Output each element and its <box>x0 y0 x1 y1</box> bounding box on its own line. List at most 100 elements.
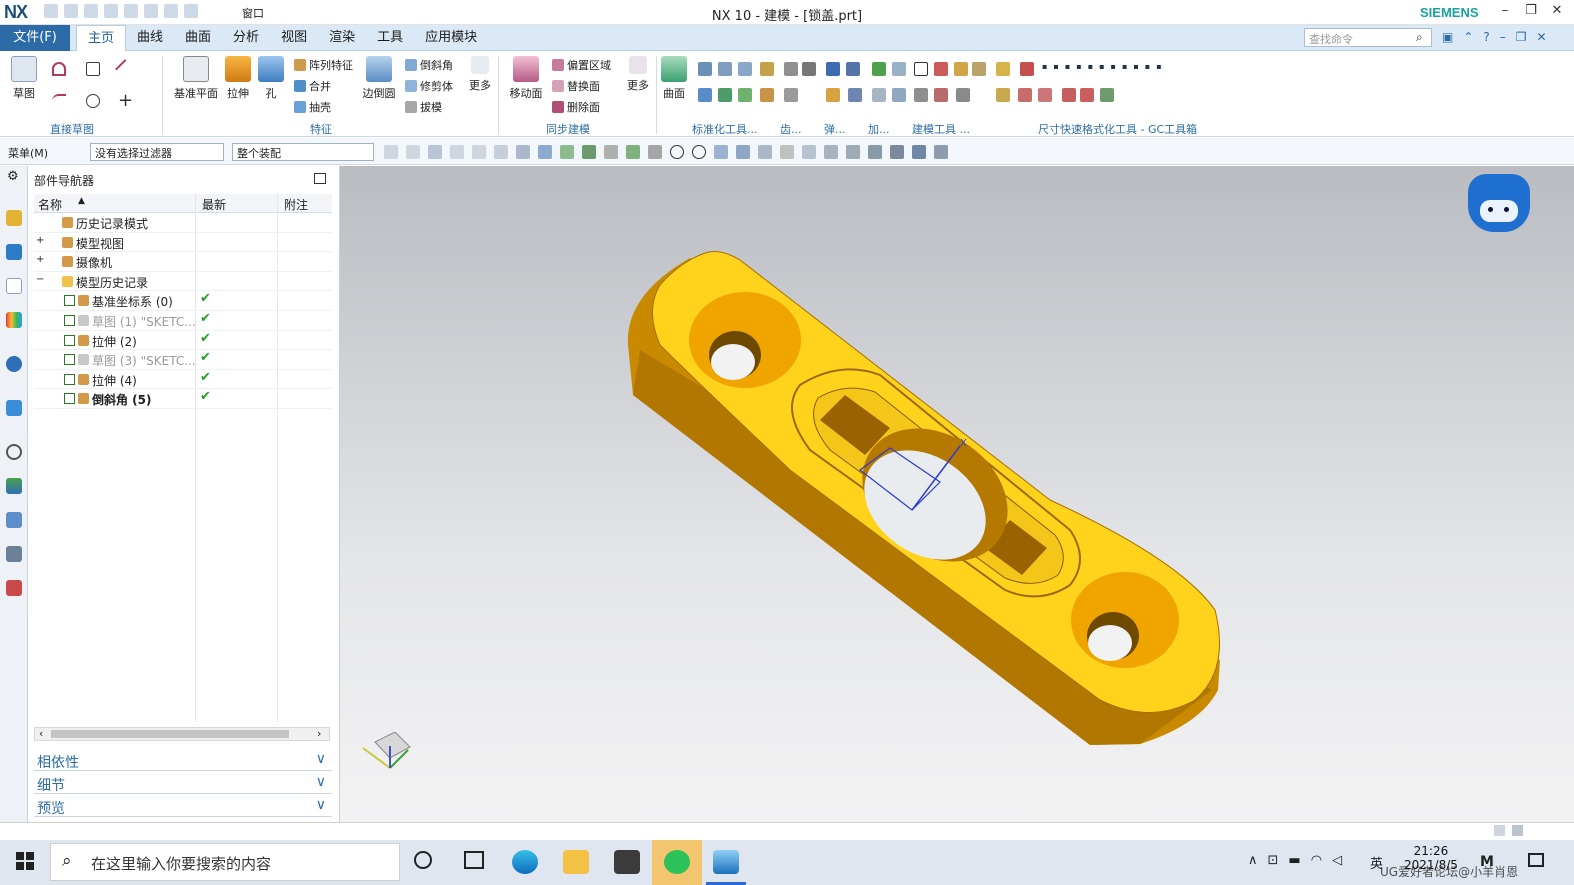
snap-icon[interactable] <box>406 145 420 159</box>
restore-button[interactable]: ❐ <box>1520 3 1542 21</box>
view-icon[interactable] <box>802 145 816 159</box>
layout-icon[interactable]: ▣ <box>1442 30 1453 44</box>
extrude-button[interactable]: 拉伸 <box>224 56 252 101</box>
tab-surface[interactable]: 曲面 <box>174 25 222 51</box>
snap-icon[interactable] <box>560 145 574 159</box>
tool-icon[interactable] <box>892 62 906 76</box>
taskbar-search-input[interactable]: 在这里输入你要搜索的内容 <box>50 843 400 881</box>
snap-icon[interactable] <box>780 145 794 159</box>
part-model[interactable]: X <box>340 166 1574 822</box>
settings-gear-icon[interactable]: ⚙ <box>7 169 19 184</box>
view-icon[interactable] <box>890 145 904 159</box>
snap-icon[interactable] <box>472 145 486 159</box>
snap-icon[interactable] <box>494 145 508 159</box>
snap-icon[interactable] <box>450 145 464 159</box>
sketch-button[interactable]: 草图 <box>8 56 40 101</box>
tool-icon[interactable] <box>972 62 986 76</box>
column-latest[interactable]: 最新 <box>202 196 226 213</box>
status-icon[interactable] <box>1494 825 1505 836</box>
group-spring[interactable]: 弹... <box>824 121 846 137</box>
snap-center-icon[interactable] <box>670 145 684 159</box>
tab-view[interactable]: 视图 <box>270 25 318 51</box>
chevron-down-icon[interactable]: ∨ <box>316 797 326 813</box>
clock-icon[interactable] <box>6 444 22 460</box>
expand-toggle-icon[interactable]: + <box>36 235 44 246</box>
circle-icon[interactable] <box>86 94 100 108</box>
tool-icon[interactable] <box>1038 88 1052 102</box>
scroll-left-icon[interactable]: ‹ <box>39 727 43 740</box>
snap-icon[interactable] <box>714 145 728 159</box>
tool-icon[interactable] <box>1018 88 1032 102</box>
chevron-down-icon[interactable]: ∨ <box>316 774 326 790</box>
table-row[interactable]: + 模型视图 <box>34 233 332 253</box>
snap-icon[interactable] <box>758 145 772 159</box>
maximize-panel-icon[interactable] <box>314 173 326 184</box>
group-gear[interactable]: 齿... <box>780 121 802 137</box>
help-icon[interactable]: ? <box>1483 30 1489 44</box>
tool-icon[interactable] <box>1020 62 1034 76</box>
reuse-library-icon[interactable] <box>6 312 22 328</box>
file-explorer-icon[interactable] <box>563 850 589 874</box>
group-add[interactable]: 加... <box>868 121 890 137</box>
feature-checkbox[interactable] <box>64 334 75 346</box>
feature-checkbox[interactable] <box>64 315 75 326</box>
doc-close-icon[interactable]: ✕ <box>1537 30 1547 44</box>
tool-icon[interactable] <box>738 88 752 102</box>
table-row[interactable]: 倒斜角 (5) ✔ <box>34 389 332 409</box>
tab-analysis[interactable]: 分析 <box>222 25 270 51</box>
tool-icon[interactable] <box>872 88 886 102</box>
tool-icon[interactable] <box>934 88 948 102</box>
role-icon[interactable] <box>6 512 22 528</box>
table-row[interactable]: 草图 (1) "SKETC... ✔ <box>34 311 332 331</box>
volume-icon[interactable]: ◁ <box>1332 853 1342 868</box>
feature-checkbox[interactable] <box>64 295 75 307</box>
nx-taskbar-icon[interactable] <box>713 850 739 874</box>
web-browser-icon[interactable] <box>6 356 22 372</box>
pattern-feature-button[interactable]: 阵列特征 <box>294 57 353 73</box>
feature-more-button[interactable]: 更多 <box>466 56 494 93</box>
table-row[interactable]: + 摄像机 <box>34 252 332 272</box>
table-row[interactable]: − 模型历史记录 <box>34 272 332 292</box>
column-name[interactable]: 名称 <box>38 196 62 213</box>
view-icon[interactable] <box>912 145 926 159</box>
notification-center-icon[interactable] <box>1528 853 1544 867</box>
offset-region-button[interactable]: 偏置区域 <box>552 57 611 73</box>
tab-home[interactable]: 主页 <box>76 25 127 51</box>
feature-checkbox[interactable] <box>64 393 75 405</box>
tool-icon[interactable] <box>802 62 816 76</box>
part-navigator-icon[interactable] <box>6 278 22 294</box>
chamfer-button[interactable]: 倒斜角 <box>405 57 453 73</box>
wechat-taskbar-item[interactable] <box>652 840 702 885</box>
group-dimension-format[interactable]: 尺寸快速格式化工具 - GC工具箱 <box>1038 121 1197 137</box>
unite-button[interactable]: 合并 <box>294 78 331 94</box>
doc-restore-icon[interactable]: ❐ <box>1516 30 1527 44</box>
view-icon[interactable] <box>824 145 838 159</box>
command-search-input[interactable]: 查找命令 <box>1304 28 1432 47</box>
table-row[interactable]: 历史记录模式 <box>34 213 332 233</box>
assistant-mascot[interactable] <box>1468 174 1530 232</box>
tool-icon[interactable] <box>1080 88 1094 102</box>
snap-icon[interactable] <box>736 145 750 159</box>
battery-icon[interactable]: ▬ <box>1288 853 1300 868</box>
delete-face-button[interactable]: 删除面 <box>552 99 600 115</box>
surface-button[interactable]: 曲面 <box>660 56 688 101</box>
scroll-thumb[interactable] <box>51 730 289 738</box>
expand-toggle-icon[interactable]: + <box>36 254 44 265</box>
tool-icon[interactable] <box>826 62 840 76</box>
tool-icon[interactable] <box>718 88 732 102</box>
tool-icon[interactable] <box>784 62 798 76</box>
table-row[interactable]: 草图 (3) "SKETC... ✔ <box>34 350 332 370</box>
tab-render[interactable]: 渲染 <box>318 25 366 51</box>
system-scene-icon[interactable] <box>6 546 22 562</box>
history-icon[interactable] <box>6 400 22 416</box>
move-face-button[interactable]: 移动面 <box>506 56 546 101</box>
snap-icon[interactable] <box>516 145 530 159</box>
tab-applications[interactable]: 应用模块 <box>414 25 488 51</box>
shell-button[interactable]: 抽壳 <box>294 99 331 115</box>
column-notes[interactable]: 附注 <box>284 196 308 213</box>
feature-checkbox[interactable] <box>64 354 75 366</box>
scroll-right-icon[interactable]: › <box>317 727 321 740</box>
replace-face-button[interactable]: 替换面 <box>552 78 600 94</box>
selection-scope-dropdown[interactable]: 整个装配 <box>232 143 374 161</box>
tool-icon[interactable] <box>996 62 1010 76</box>
